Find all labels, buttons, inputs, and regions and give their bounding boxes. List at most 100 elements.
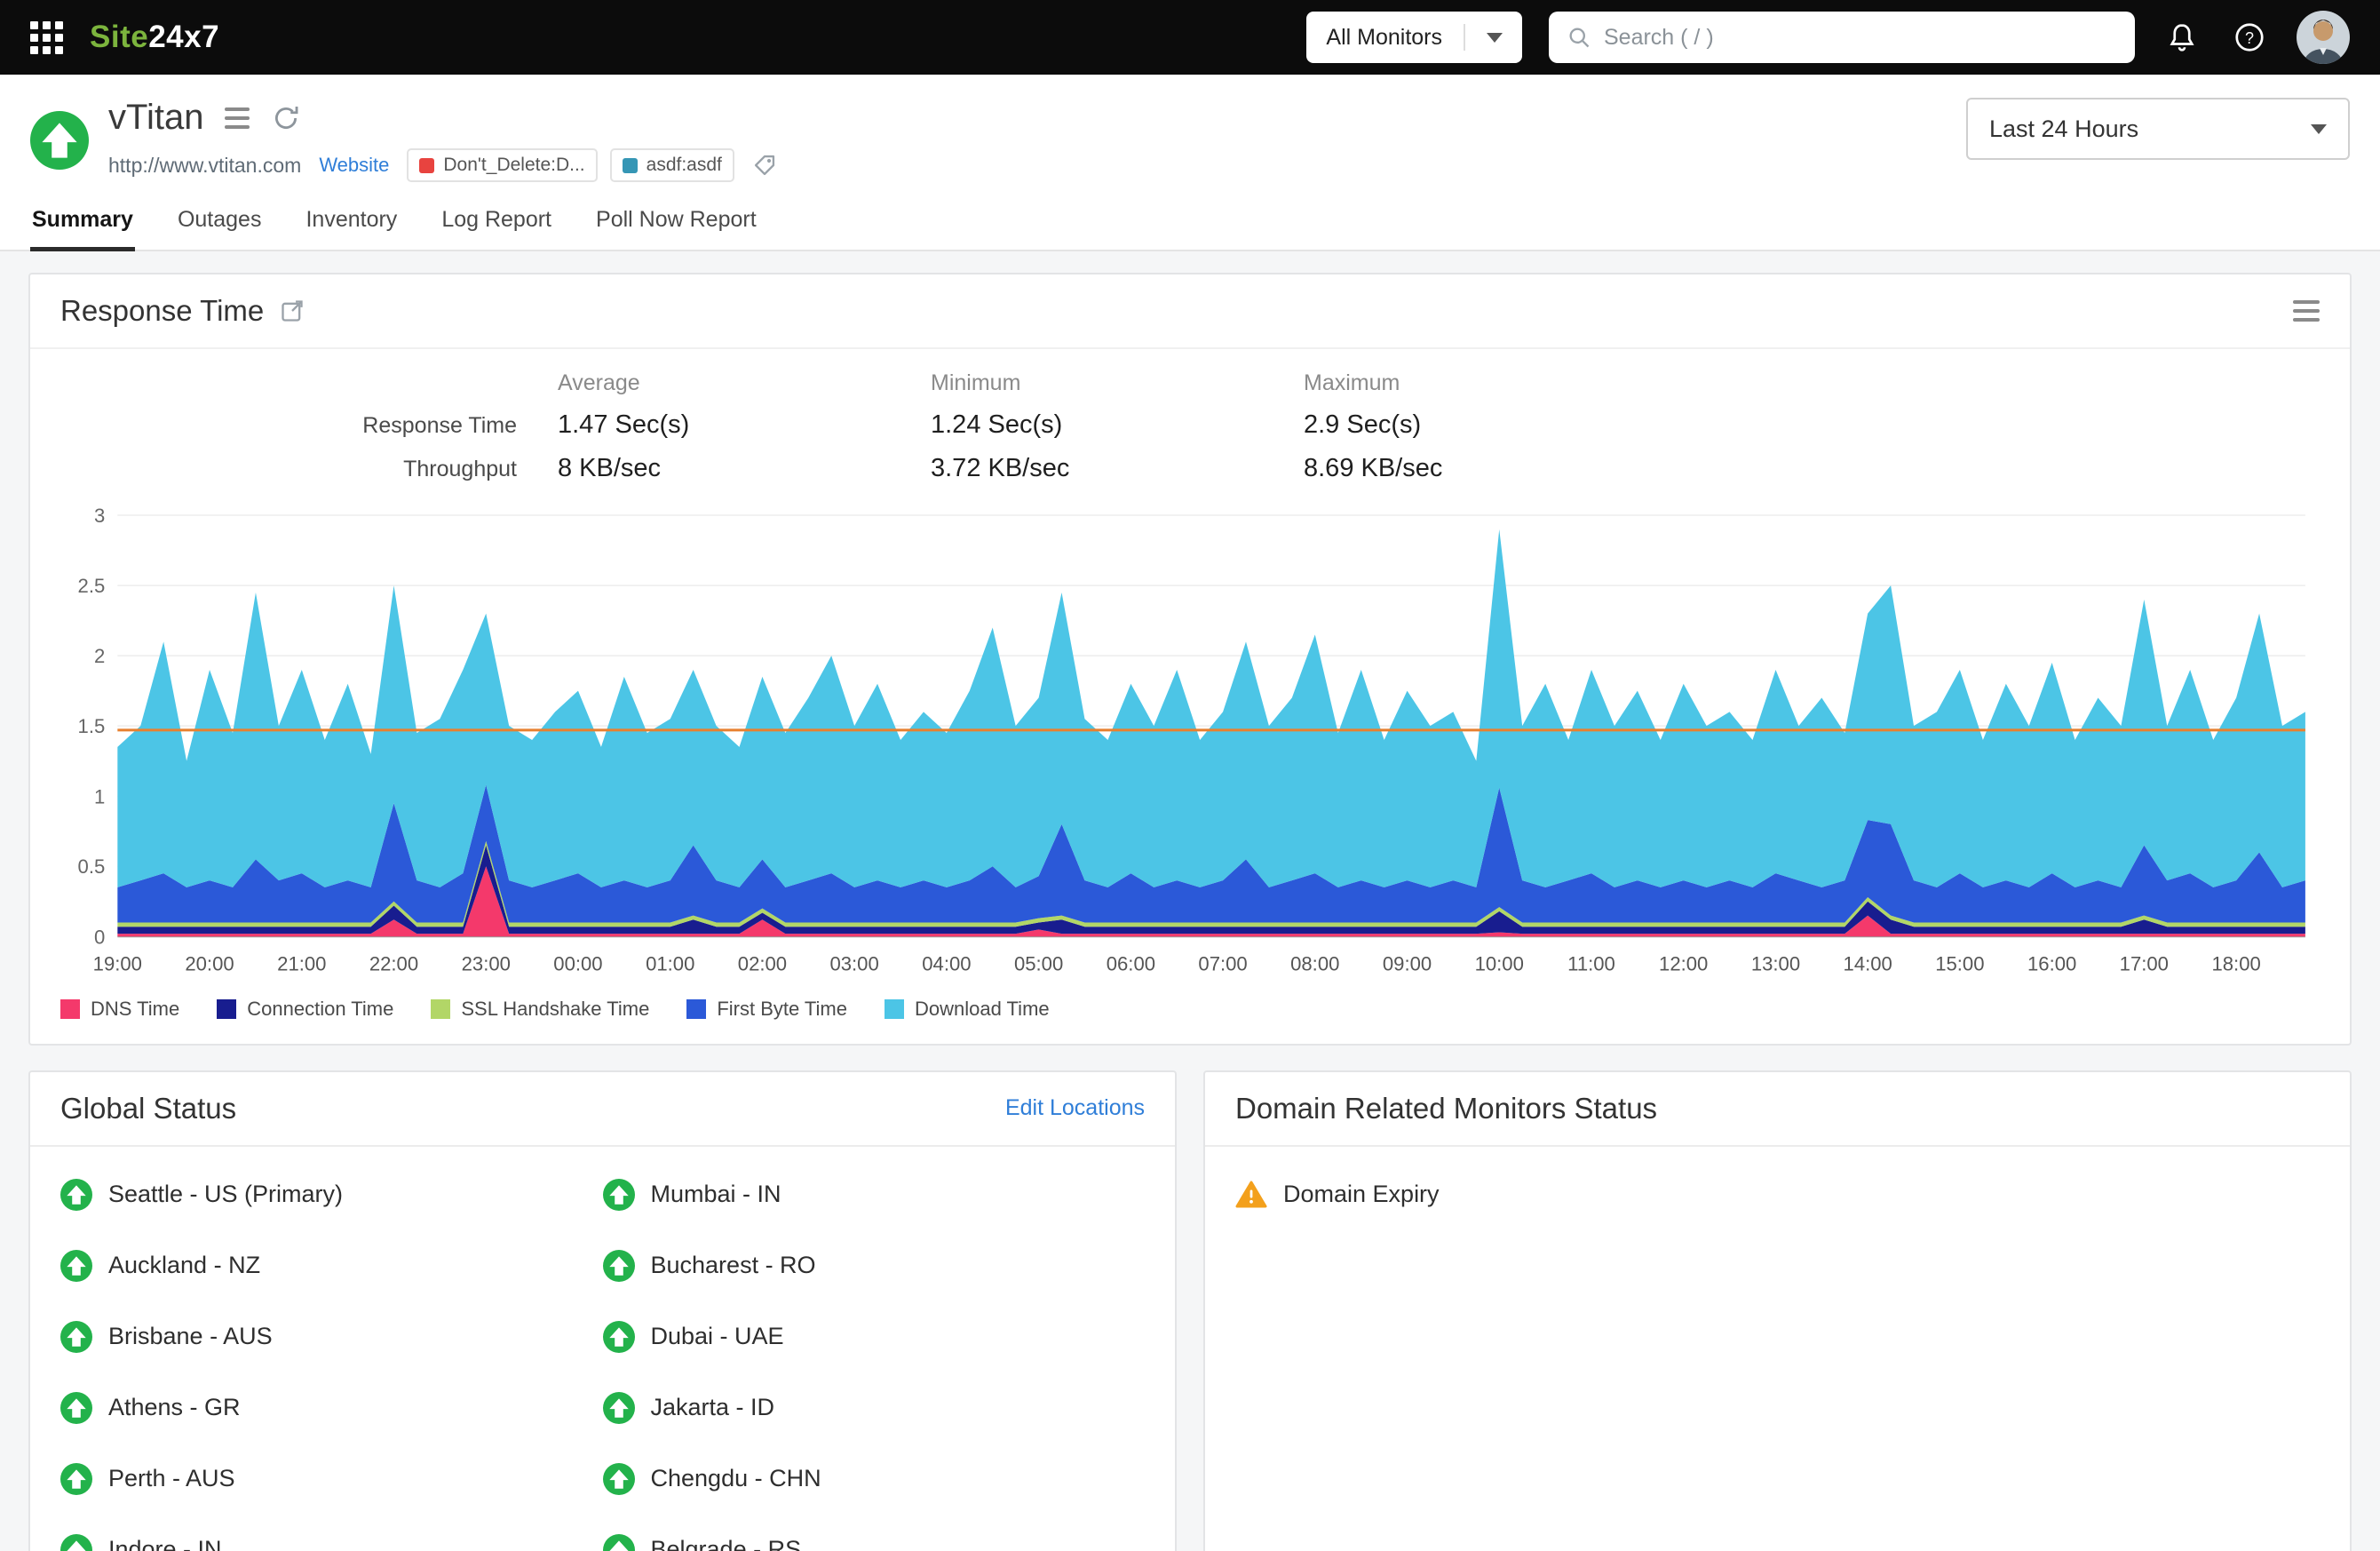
search-input[interactable] xyxy=(1604,25,2117,51)
monitor-tag[interactable]: asdf:asdf xyxy=(610,148,734,182)
user-avatar[interactable] xyxy=(2297,11,2350,64)
location-status-item: Perth - AUS xyxy=(60,1444,603,1515)
logo-text-green: Site xyxy=(90,20,148,54)
svg-text:0: 0 xyxy=(94,926,105,948)
timeframe-select[interactable]: Last 24 Hours xyxy=(1966,98,2350,160)
svg-text:12:00: 12:00 xyxy=(1659,952,1708,974)
domain-status-header: Domain Related Monitors Status xyxy=(1205,1072,2350,1147)
legend-item[interactable]: DNS Time xyxy=(60,998,179,1021)
stats-value: 2.9 Sec(s) xyxy=(1304,410,2320,440)
location-name: Seattle - US (Primary) xyxy=(108,1181,343,1208)
response-time-card-header: Response Time xyxy=(30,274,2350,349)
global-status-col-1: Seattle - US (Primary)Auckland - NZBrisb… xyxy=(60,1159,603,1551)
up-arrow-icon xyxy=(60,1179,92,1211)
location-name: Belgrade - RS xyxy=(651,1536,802,1551)
monitor-type-link[interactable]: Website xyxy=(319,154,389,177)
location-status-item: Dubai - UAE xyxy=(603,1301,1146,1372)
monitor-identity: vTitan http://www.vtitan.com Website Don… xyxy=(30,98,777,182)
tab-poll-now-report[interactable]: Poll Now Report xyxy=(594,198,758,250)
svg-text:09:00: 09:00 xyxy=(1383,952,1432,974)
monitor-tags: Don't_Delete:D... asdf:asdf xyxy=(407,148,734,182)
edit-locations-link[interactable]: Edit Locations xyxy=(1005,1095,1145,1121)
legend-item[interactable]: First Byte Time xyxy=(686,998,847,1021)
topbar: Site24x7 All Monitors ? xyxy=(0,0,2380,75)
svg-text:06:00: 06:00 xyxy=(1107,952,1155,974)
site24x7-logo[interactable]: Site24x7 xyxy=(90,20,219,55)
up-arrow-icon xyxy=(603,1534,635,1551)
location-status-item: Jakarta - ID xyxy=(603,1372,1146,1444)
svg-text:19:00: 19:00 xyxy=(93,952,142,974)
tab-outages[interactable]: Outages xyxy=(176,198,264,250)
refresh-icon[interactable] xyxy=(271,103,301,133)
location-name: Jakarta - ID xyxy=(651,1394,775,1421)
location-status-item: Seattle - US (Primary) xyxy=(60,1159,603,1230)
up-arrow-icon xyxy=(60,1534,92,1551)
global-status-col-2: Mumbai - INBucharest - RODubai - UAE Jaka… xyxy=(603,1159,1146,1551)
monitor-scope-label: All Monitors xyxy=(1326,25,1442,51)
global-status-header: Global Status Edit Locations xyxy=(30,1072,1175,1147)
monitor-tag[interactable]: Don't_Delete:D... xyxy=(407,148,597,182)
up-arrow-icon xyxy=(60,1463,92,1495)
chart-legend: DNS Time Connection Time SSL Handshake Tim… xyxy=(30,987,2350,1044)
stats-row-label: Response Time xyxy=(60,413,558,439)
svg-text:21:00: 21:00 xyxy=(277,952,326,974)
up-arrow-icon xyxy=(60,1392,92,1424)
tab-log-report[interactable]: Log Report xyxy=(440,198,553,250)
bottom-cards: Global Status Edit Locations Seattle - U… xyxy=(28,1070,2352,1551)
svg-text:14:00: 14:00 xyxy=(1844,952,1892,974)
domain-status-title: Domain Related Monitors Status xyxy=(1235,1092,1657,1125)
stats-column-header: Maximum xyxy=(1304,370,2320,396)
global-status-title: Global Status xyxy=(60,1092,236,1125)
svg-text:01:00: 01:00 xyxy=(646,952,694,974)
global-search[interactable] xyxy=(1549,12,2135,63)
svg-text:10:00: 10:00 xyxy=(1475,952,1524,974)
svg-text:22:00: 22:00 xyxy=(369,952,418,974)
up-arrow-icon xyxy=(603,1179,635,1211)
svg-text:20:00: 20:00 xyxy=(185,952,234,974)
select-divider xyxy=(1464,24,1465,51)
location-status-item: Chengdu - CHN xyxy=(603,1444,1146,1515)
help-icon[interactable]: ? xyxy=(2229,17,2270,58)
tag-icon[interactable] xyxy=(752,153,777,178)
legend-label: Download Time xyxy=(915,998,1050,1021)
legend-item[interactable]: Download Time xyxy=(885,998,1050,1021)
up-arrow-icon xyxy=(603,1321,635,1353)
legend-item[interactable]: Connection Time xyxy=(217,998,393,1021)
tab-inventory[interactable]: Inventory xyxy=(304,198,399,250)
svg-text:16:00: 16:00 xyxy=(2027,952,2076,974)
notifications-icon[interactable] xyxy=(2162,17,2202,58)
svg-text:03:00: 03:00 xyxy=(829,952,878,974)
timeframe-value: Last 24 Hours xyxy=(1989,115,2138,143)
monitor-url[interactable]: http://www.vtitan.com xyxy=(108,154,301,178)
response-stats: AverageMinimumMaximumResponse Time1.47 S… xyxy=(30,349,2350,487)
svg-text:04:00: 04:00 xyxy=(922,952,971,974)
monitor-scope-select[interactable]: All Monitors xyxy=(1306,12,1522,63)
monitor-menu-icon[interactable] xyxy=(225,107,250,129)
response-time-title: Response Time xyxy=(60,294,264,328)
legend-item[interactable]: SSL Handshake Time xyxy=(431,998,649,1021)
chart-menu-icon[interactable] xyxy=(2293,300,2320,322)
apps-grid-icon[interactable] xyxy=(30,21,63,54)
monitor-name: vTitan xyxy=(108,98,203,138)
location-name: Athens - GR xyxy=(108,1394,241,1421)
chevron-down-icon xyxy=(2311,124,2327,134)
location-status-item: Mumbai - IN xyxy=(603,1159,1146,1230)
legend-label: DNS Time xyxy=(91,998,179,1021)
location-status-item: Indore - IN xyxy=(60,1515,603,1551)
response-time-chart[interactable]: 00.511.522.5319:0020:0021:0022:0023:0000… xyxy=(60,505,2320,987)
legend-swatch xyxy=(686,999,706,1019)
location-status-item: Brisbane - AUS xyxy=(60,1301,603,1372)
svg-text:11:00: 11:00 xyxy=(1567,952,1615,974)
location-status-item: Bucharest - RO xyxy=(603,1230,1146,1301)
monitor-header: vTitan http://www.vtitan.com Website Don… xyxy=(0,75,2380,182)
tag-label: Don't_Delete:D... xyxy=(443,155,584,176)
tab-summary[interactable]: Summary xyxy=(30,198,135,251)
legend-swatch xyxy=(60,999,80,1019)
svg-text:1.5: 1.5 xyxy=(78,715,106,737)
svg-text:05:00: 05:00 xyxy=(1014,952,1063,974)
location-name: Chengdu - CHN xyxy=(651,1465,821,1492)
svg-text:0.5: 0.5 xyxy=(78,855,106,878)
chart-popout-icon[interactable] xyxy=(280,298,305,323)
stats-value: 8.69 KB/sec xyxy=(1304,454,2320,483)
stats-value: 3.72 KB/sec xyxy=(931,454,1304,483)
